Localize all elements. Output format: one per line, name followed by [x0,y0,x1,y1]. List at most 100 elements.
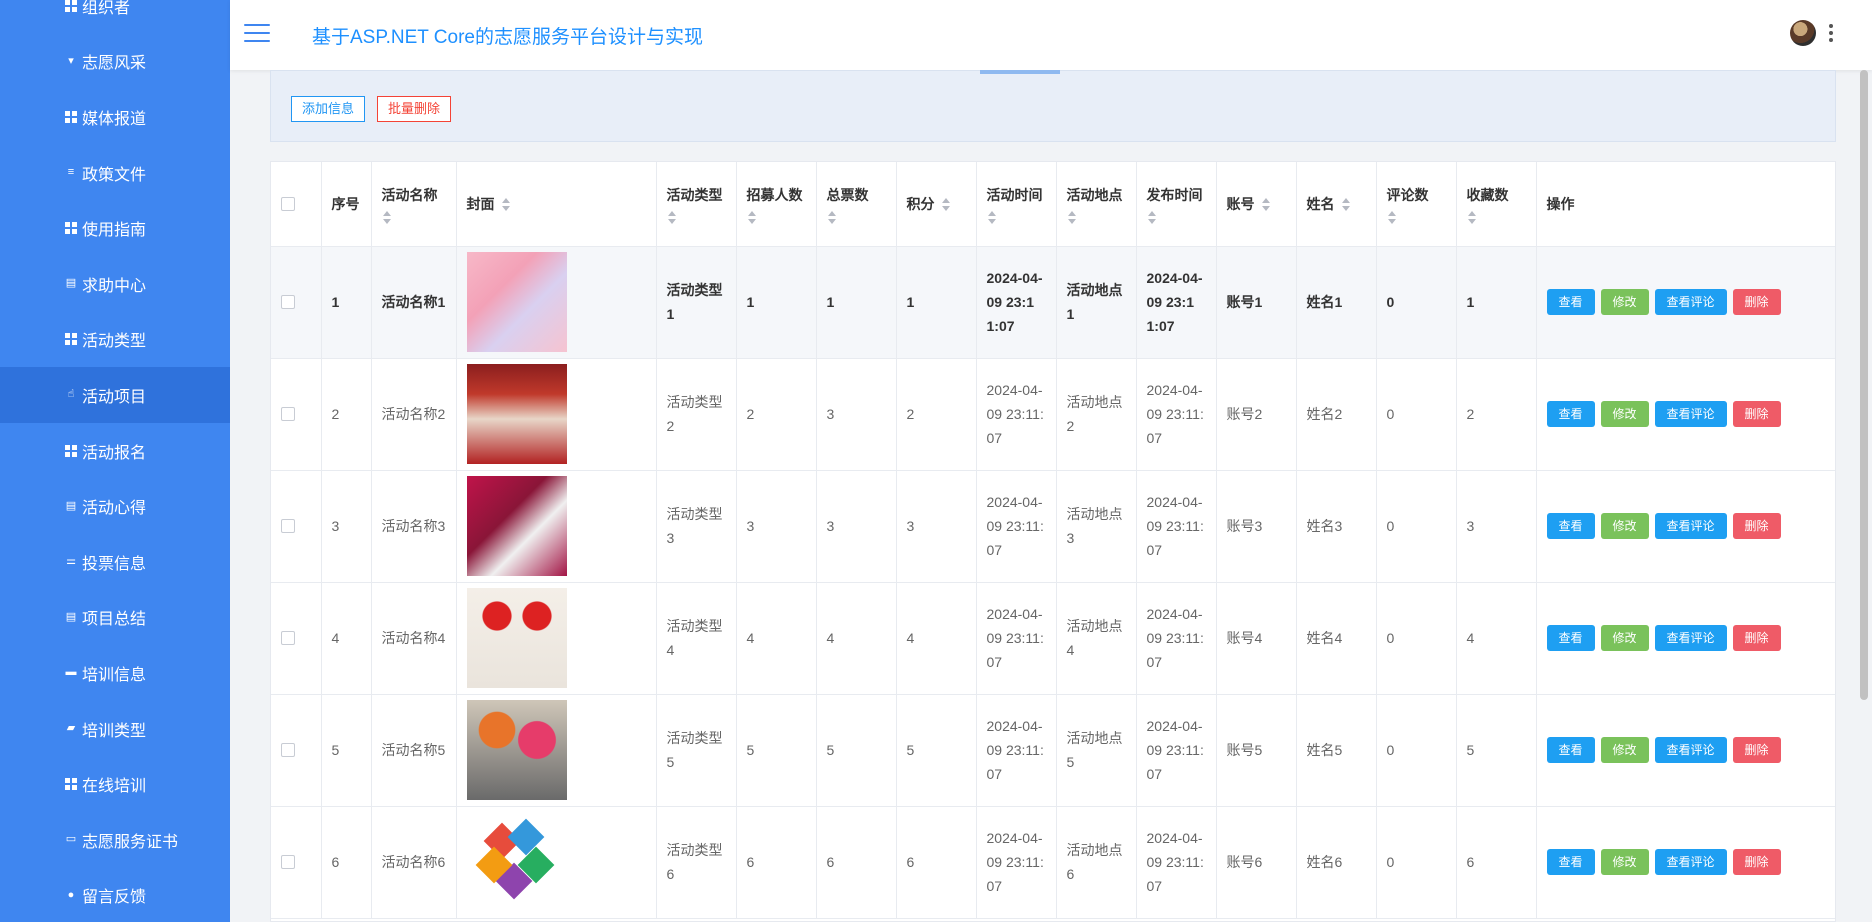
delete-button[interactable]: 删除 [1732,849,1781,875]
sort-icon[interactable] [987,210,997,225]
cell-time: 2024-04-09 23:11:07 [976,358,1057,471]
cover-image[interactable] [466,812,567,912]
sidebar-item[interactable]: 在线培训 [0,756,230,812]
view-comments-button[interactable]: 查看评论 [1654,849,1727,875]
view-button[interactable]: 查看 [1546,625,1595,651]
cell-cover [456,246,657,359]
batch-delete-button[interactable]: 批量删除 [377,96,452,122]
add-button[interactable]: 添加信息 [291,96,366,122]
sort-icon[interactable] [1341,198,1351,212]
sidebar-item[interactable]: ▾ 志愿风采 [0,34,230,90]
col-cover[interactable]: 封面 [456,162,657,247]
col-comments[interactable]: 评论数 [1376,162,1457,247]
edit-button[interactable]: 修改 [1600,513,1649,539]
edit-button[interactable]: 修改 [1600,849,1649,875]
vertical-scrollbar[interactable] [1860,70,1868,922]
row-checkbox[interactable] [281,855,295,869]
col-index: 序号 [321,162,372,247]
col-publish[interactable]: 发布时间 [1136,162,1217,247]
sort-icon[interactable] [501,198,511,212]
sidebar-item[interactable]: ▤ 求助中心 [0,256,230,312]
edit-button[interactable]: 修改 [1600,737,1649,763]
sort-icon[interactable] [382,210,392,225]
delete-button[interactable]: 删除 [1732,401,1781,427]
sidebar-item[interactable]: 使用指南 [0,200,230,256]
cell-publish: 2024-04-09 23:11:07 [1136,806,1217,919]
grid-icon [64,777,78,791]
menu-toggle-icon[interactable] [244,24,270,44]
view-comments-button[interactable]: 查看评论 [1654,513,1727,539]
col-realname[interactable]: 姓名 [1296,162,1377,247]
delete-button[interactable]: 删除 [1732,289,1781,315]
view-button[interactable]: 查看 [1546,737,1595,763]
col-recruit[interactable]: 招募人数 [736,162,817,247]
cell-actions: 查看 修改 查看评论 删除 [1536,358,1835,471]
row-checkbox[interactable] [281,519,295,533]
cell-favorites: 4 [1456,582,1537,695]
avatar[interactable] [1790,20,1816,46]
sidebar-item[interactable]: ≡ 政策文件 [0,145,230,201]
cover-image[interactable] [466,252,567,352]
sidebar-item[interactable]: 活动类型 [0,312,230,368]
sidebar-item[interactable]: 活动报名 [0,423,230,479]
sidebar-item[interactable]: ▤ 项目总结 [0,590,230,646]
data-table: 序号 活动名称 封面 活动类型 招募人数 总票数 积分 活动时间 活动地点 发布… [270,161,1836,922]
sidebar-item[interactable]: ▬ 培训信息 [0,645,230,701]
sidebar-item[interactable]: ⚌ 投票信息 [0,534,230,590]
sort-icon[interactable] [1261,198,1271,212]
sidebar-item[interactable]: 媒体报道 [0,89,230,145]
sort-icon[interactable] [1067,210,1077,225]
col-account[interactable]: 账号 [1216,162,1297,247]
sort-icon[interactable] [667,210,677,225]
edit-button[interactable]: 修改 [1600,289,1649,315]
col-recruit-label: 招募人数 [746,186,803,203]
row-checkbox[interactable] [281,631,295,645]
sort-icon[interactable] [827,210,837,225]
sidebar-item[interactable]: 组织者 [0,0,230,34]
view-button[interactable]: 查看 [1546,401,1595,427]
col-points[interactable]: 积分 [896,162,977,247]
cell-cover [456,470,657,583]
select-all-checkbox[interactable] [281,196,295,211]
delete-button[interactable]: 删除 [1732,513,1781,539]
more-options-icon[interactable] [1828,24,1834,42]
edit-button[interactable]: 修改 [1600,401,1649,427]
scrollbar-thumb[interactable] [1860,70,1868,700]
edit-button[interactable]: 修改 [1600,625,1649,651]
view-button[interactable]: 查看 [1546,849,1595,875]
view-comments-button[interactable]: 查看评论 [1654,625,1727,651]
view-comments-button[interactable]: 查看评论 [1654,737,1727,763]
sort-icon[interactable] [941,198,951,212]
cell-votes: 3 [816,358,897,471]
cover-image[interactable] [466,364,567,464]
row-checkbox[interactable] [281,407,295,421]
cover-image[interactable] [466,588,567,688]
col-time[interactable]: 活动时间 [976,162,1057,247]
col-name[interactable]: 活动名称 [371,162,457,247]
row-checkbox[interactable] [281,743,295,757]
sort-icon[interactable] [1147,210,1157,225]
view-comments-button[interactable]: 查看评论 [1654,401,1727,427]
delete-button[interactable]: 删除 [1732,737,1781,763]
sort-icon[interactable] [747,210,757,225]
sort-icon[interactable] [1467,210,1477,225]
sidebar-item[interactable]: ☝ 活动项目 [0,367,230,423]
view-comments-button[interactable]: 查看评论 [1654,289,1727,315]
sort-icon[interactable] [1387,210,1397,225]
sidebar-item[interactable]: ● 留言反馈 [0,868,230,922]
col-favorites[interactable]: 收藏数 [1456,162,1537,247]
comment-icon: ▬ [65,666,77,679]
cover-image[interactable] [466,476,567,576]
col-place[interactable]: 活动地点 [1056,162,1137,247]
sidebar-item[interactable]: ▰ 培训类型 [0,701,230,757]
col-type[interactable]: 活动类型 [656,162,737,247]
cover-image[interactable] [466,700,567,800]
view-button[interactable]: 查看 [1546,513,1595,539]
sidebar-item[interactable]: ▤ 活动心得 [0,478,230,534]
col-votes[interactable]: 总票数 [816,162,897,247]
delete-button[interactable]: 删除 [1732,625,1781,651]
view-button[interactable]: 查看 [1546,289,1595,315]
row-checkbox[interactable] [281,295,295,309]
ribbon-icon: ▰ [66,722,76,735]
sidebar-item[interactable]: ▭ 志愿服务证书 [0,812,230,868]
